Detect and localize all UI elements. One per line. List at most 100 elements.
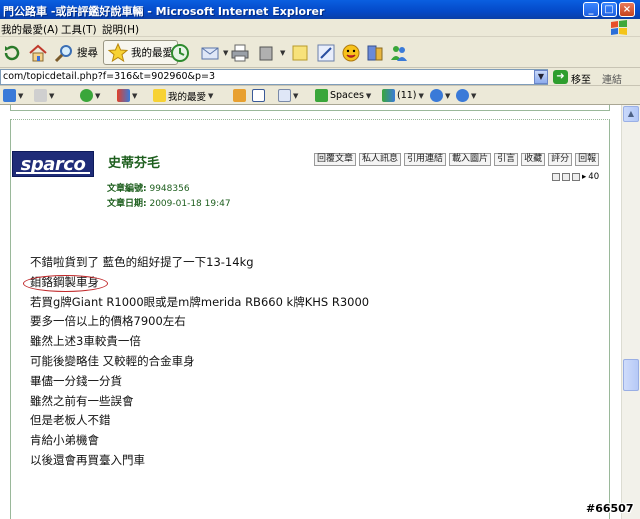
edit-page-icon xyxy=(252,89,265,102)
menu-bar: 我的最愛(A) 工具(T) 說明(H) xyxy=(0,19,640,37)
nav-next-icon[interactable] xyxy=(572,173,580,181)
post-line: 畢儘一分錢一分貨 xyxy=(30,373,122,388)
edit-button[interactable]: ▼ xyxy=(257,40,285,65)
search-icon xyxy=(54,44,72,62)
options-button[interactable]: ▼ xyxy=(430,88,450,103)
close-button[interactable]: × xyxy=(619,2,635,17)
page-viewport: sparco 史蒂芬毛 回覆文章 私人訊息 引用連結 載入圖片 引言 收藏 評分… xyxy=(0,105,621,519)
media-icon xyxy=(367,45,383,60)
messenger-count-button[interactable]: (11) ▼ xyxy=(382,88,424,103)
refresh-icon xyxy=(4,45,20,60)
rate-button[interactable]: 評分 xyxy=(548,153,573,166)
mail-button[interactable]: ▼ xyxy=(200,40,228,65)
edit-page-button[interactable] xyxy=(252,88,265,103)
star-icon xyxy=(108,42,128,62)
msn-toolbar: ▼ ▼ ▼ ▼ 我的最愛 ▼ ▼ Spaces ▼ (11) ▼ ▼ ▼ xyxy=(0,86,640,105)
menu-help[interactable]: 說明(H) xyxy=(102,22,139,37)
media-button[interactable] xyxy=(365,40,385,65)
refresh-button[interactable] xyxy=(2,40,22,65)
checkmark-button[interactable]: ▼ xyxy=(117,88,137,103)
research-button[interactable] xyxy=(316,40,336,65)
bookmark-button[interactable]: 收藏 xyxy=(521,153,546,166)
post-line: 但是老板人不錯 xyxy=(30,413,111,428)
article-id-label: 文章編號: xyxy=(107,184,147,194)
links-label[interactable]: 連結 xyxy=(602,71,622,86)
help-icon xyxy=(456,89,469,102)
windows-logo-icon xyxy=(611,20,627,35)
address-input[interactable]: com/topicdetail.php?f=316&t=902960&p=3 xyxy=(0,69,548,85)
post-line: 若買g牌Giant R1000眼或是m牌merida RB660 k牌KHS R… xyxy=(30,294,370,309)
favorites-button[interactable]: 我的最愛 xyxy=(103,40,178,65)
smiley-icon xyxy=(342,44,360,61)
menu-tools[interactable]: 工具(T) xyxy=(61,22,97,37)
search-button[interactable]: 搜尋 xyxy=(54,40,98,65)
post-username[interactable]: 史蒂芬毛 xyxy=(108,152,160,171)
messenger-button[interactable] xyxy=(341,40,361,65)
spaces-button[interactable]: Spaces ▼ xyxy=(315,88,371,103)
menu-favorites[interactable]: 我的最愛(A) xyxy=(1,22,58,37)
scroll-thumb[interactable] xyxy=(623,359,639,391)
nav-right-icon[interactable]: ▸ xyxy=(582,172,586,182)
minimize-button[interactable]: _ xyxy=(583,2,599,17)
pen-button[interactable] xyxy=(233,88,246,103)
msn-search-button[interactable]: ▼ xyxy=(3,88,23,103)
research-icon xyxy=(317,44,335,61)
favorites-toolbar-label: 我的最愛 xyxy=(168,91,207,103)
post-line: 肯給小弟機會 xyxy=(30,433,99,448)
post-line: 可能後變略佳 又較輕的合金車身 xyxy=(30,353,195,368)
scroll-up-icon[interactable]: ▲ xyxy=(623,106,639,122)
edit-icon xyxy=(259,46,273,60)
spaces-icon xyxy=(315,89,328,102)
print-button[interactable] xyxy=(230,40,250,65)
favorites-toolbar-button[interactable]: 我的最愛 ▼ xyxy=(153,88,213,103)
mail-dropdown-icon[interactable]: ▼ xyxy=(223,49,228,57)
post-meta: 文章編號: 9948356 文章日期: 2009-01-18 19:47 xyxy=(107,182,231,212)
messenger-icon xyxy=(382,89,395,102)
quote-button[interactable]: 引言 xyxy=(494,153,519,166)
edit-dropdown-icon[interactable]: ▼ xyxy=(280,49,285,57)
history-button[interactable] xyxy=(170,40,190,65)
gear-icon xyxy=(430,89,443,102)
maximize-button[interactable]: □ xyxy=(601,2,617,17)
buddy-icon xyxy=(391,45,407,61)
article-id: 9948356 xyxy=(149,184,190,194)
floor-number: 40 xyxy=(588,172,600,182)
home-button[interactable] xyxy=(28,40,48,65)
add-icon xyxy=(80,89,93,102)
post-line: 要多一倍以上的價格7900左右 xyxy=(30,314,186,329)
highlight-button[interactable]: ▼ xyxy=(34,88,54,103)
reply-button[interactable]: 回覆文章 xyxy=(314,153,357,166)
report-button[interactable]: 回報 xyxy=(575,153,600,166)
post-navigation: ▸ 40 xyxy=(552,172,599,182)
address-dropdown-icon[interactable]: ▼ xyxy=(534,70,548,84)
favorites-star-icon xyxy=(153,89,166,102)
article-date: 2009-01-18 19:47 xyxy=(149,199,231,209)
mail-icon xyxy=(201,47,219,59)
nav-first-icon[interactable] xyxy=(552,173,560,181)
msn-search-icon xyxy=(3,89,16,102)
nav-prev-icon[interactable] xyxy=(562,173,570,181)
private-message-button[interactable]: 私人訊息 xyxy=(359,153,402,166)
go-button[interactable]: 移至 xyxy=(571,71,591,86)
address-bar: com/topicdetail.php?f=316&t=902960&p=3 ▼… xyxy=(0,68,640,86)
forum-post: sparco 史蒂芬毛 回覆文章 私人訊息 引用連結 載入圖片 引言 收藏 評分… xyxy=(10,119,610,519)
window-title: 門公路車 -或許評鑑好說車輛 - Microsoft Internet Expl… xyxy=(3,5,325,18)
help-button[interactable]: ▼ xyxy=(456,88,476,103)
post-line-highlighted: 鉬鉻鋼製車身 xyxy=(23,273,108,293)
discuss-button[interactable] xyxy=(290,40,310,65)
mail-toolbar-button[interactable]: ▼ xyxy=(278,88,298,103)
history-icon xyxy=(171,43,189,62)
messenger-count: (11) xyxy=(397,90,417,101)
quote-link-button[interactable]: 引用連結 xyxy=(404,153,447,166)
previous-post-frame xyxy=(10,105,610,111)
title-bar: 門公路車 -或許評鑑好說車輛 - Microsoft Internet Expl… xyxy=(0,0,640,19)
go-arrow-icon[interactable]: ➜ xyxy=(553,70,568,84)
load-images-button[interactable]: 載入圖片 xyxy=(449,153,492,166)
vertical-scrollbar[interactable]: ▲ xyxy=(621,105,640,519)
add-button[interactable]: ▼ xyxy=(80,88,100,103)
msn-buddy-button[interactable] xyxy=(389,40,409,65)
note-icon xyxy=(292,45,308,60)
image-watermark: #66507 xyxy=(586,502,634,515)
post-line: 不錯啦貨到了 藍色的組好提了一下13-14kg xyxy=(30,255,254,269)
favorites-label: 我的最愛 xyxy=(131,47,173,59)
